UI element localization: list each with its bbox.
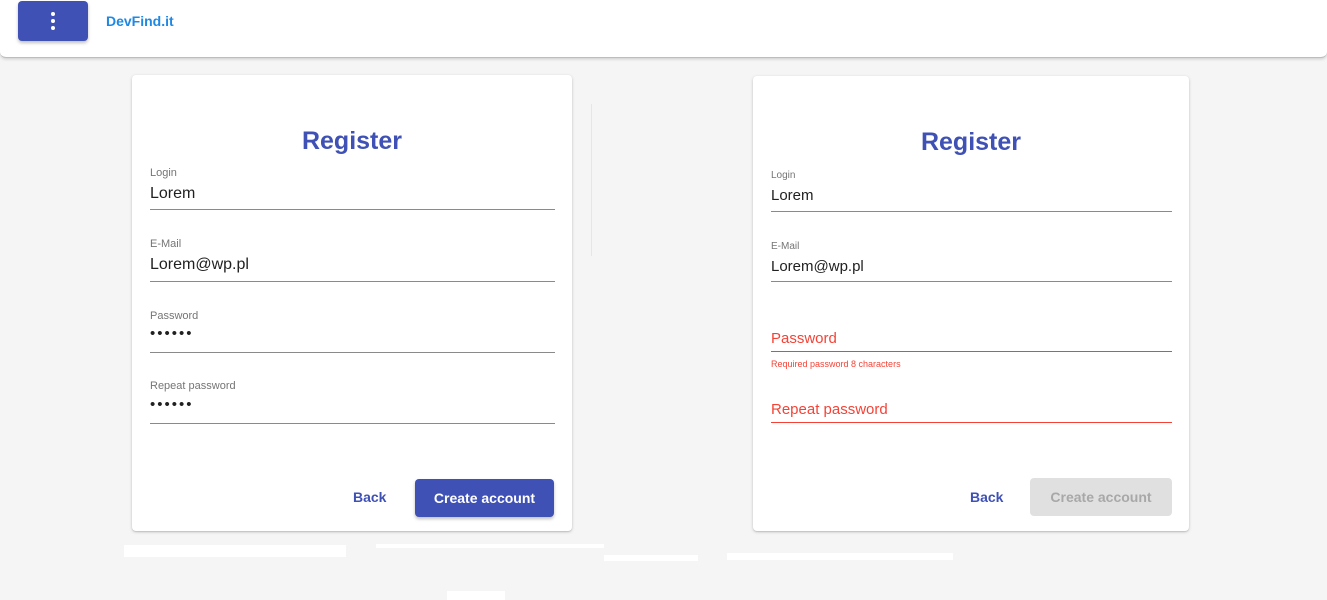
repeat-password-underline [771, 422, 1172, 423]
repeat-password-label: Repeat password [150, 380, 236, 392]
register-card-filled: Register Login Lorem E-Mail Lorem@wp.pl … [132, 75, 572, 531]
email-underline [150, 281, 555, 282]
divider [591, 104, 592, 256]
password-input[interactable]: •••••• [150, 325, 194, 342]
repeat-password-label: Repeat password [771, 401, 888, 418]
email-label: E-Mail [150, 238, 182, 250]
brand-link[interactable]: DevFind.it [106, 13, 174, 29]
register-title: Register [301, 127, 403, 155]
menu-button[interactable] [18, 1, 88, 41]
password-field-error[interactable]: Password Required password 8 characters [771, 328, 1172, 373]
login-field[interactable]: Login Lorem [150, 167, 555, 212]
decor-strip [447, 591, 505, 600]
more-vert-icon [51, 12, 55, 30]
password-label: Password [150, 310, 199, 322]
email-input[interactable]: Lorem@wp.pl [150, 256, 249, 274]
password-underline [771, 351, 1172, 352]
password-error-message: Required password 8 characters [771, 359, 901, 369]
login-underline [150, 209, 555, 210]
create-account-button-disabled: Create account [1030, 478, 1172, 516]
app-toolbar: DevFind.it [0, 0, 1327, 58]
register-title: Register [920, 128, 1022, 156]
decor-strip [124, 545, 346, 557]
login-label: Login [771, 170, 796, 181]
login-underline [771, 211, 1172, 212]
create-account-button[interactable]: Create account [415, 479, 554, 517]
password-underline [150, 352, 555, 353]
back-button[interactable]: Back [353, 489, 386, 505]
password-label: Password [771, 330, 837, 347]
repeat-password-field[interactable]: Repeat password •••••• [150, 380, 555, 425]
email-field[interactable]: E-Mail Lorem@wp.pl [150, 238, 555, 283]
email-underline [771, 281, 1172, 282]
register-card-error: Register Login Lorem E-Mail Lorem@wp.pl … [753, 76, 1189, 531]
login-label: Login [150, 167, 177, 179]
decor-strip [727, 553, 953, 560]
repeat-password-input[interactable]: •••••• [150, 396, 194, 413]
repeat-password-field-error[interactable]: Repeat password [771, 399, 1172, 429]
email-field[interactable]: E-Mail Lorem@wp.pl [771, 241, 1172, 286]
email-input[interactable]: Lorem@wp.pl [771, 258, 864, 275]
decor-strip [604, 555, 698, 561]
repeat-password-underline [150, 423, 555, 424]
login-input[interactable]: Lorem [771, 187, 814, 204]
decor-strip [376, 544, 604, 548]
login-input[interactable]: Lorem [150, 185, 195, 203]
password-field[interactable]: Password •••••• [150, 310, 555, 355]
back-button[interactable]: Back [970, 489, 1003, 505]
login-field[interactable]: Login Lorem [771, 170, 1172, 215]
email-label: E-Mail [771, 241, 800, 252]
